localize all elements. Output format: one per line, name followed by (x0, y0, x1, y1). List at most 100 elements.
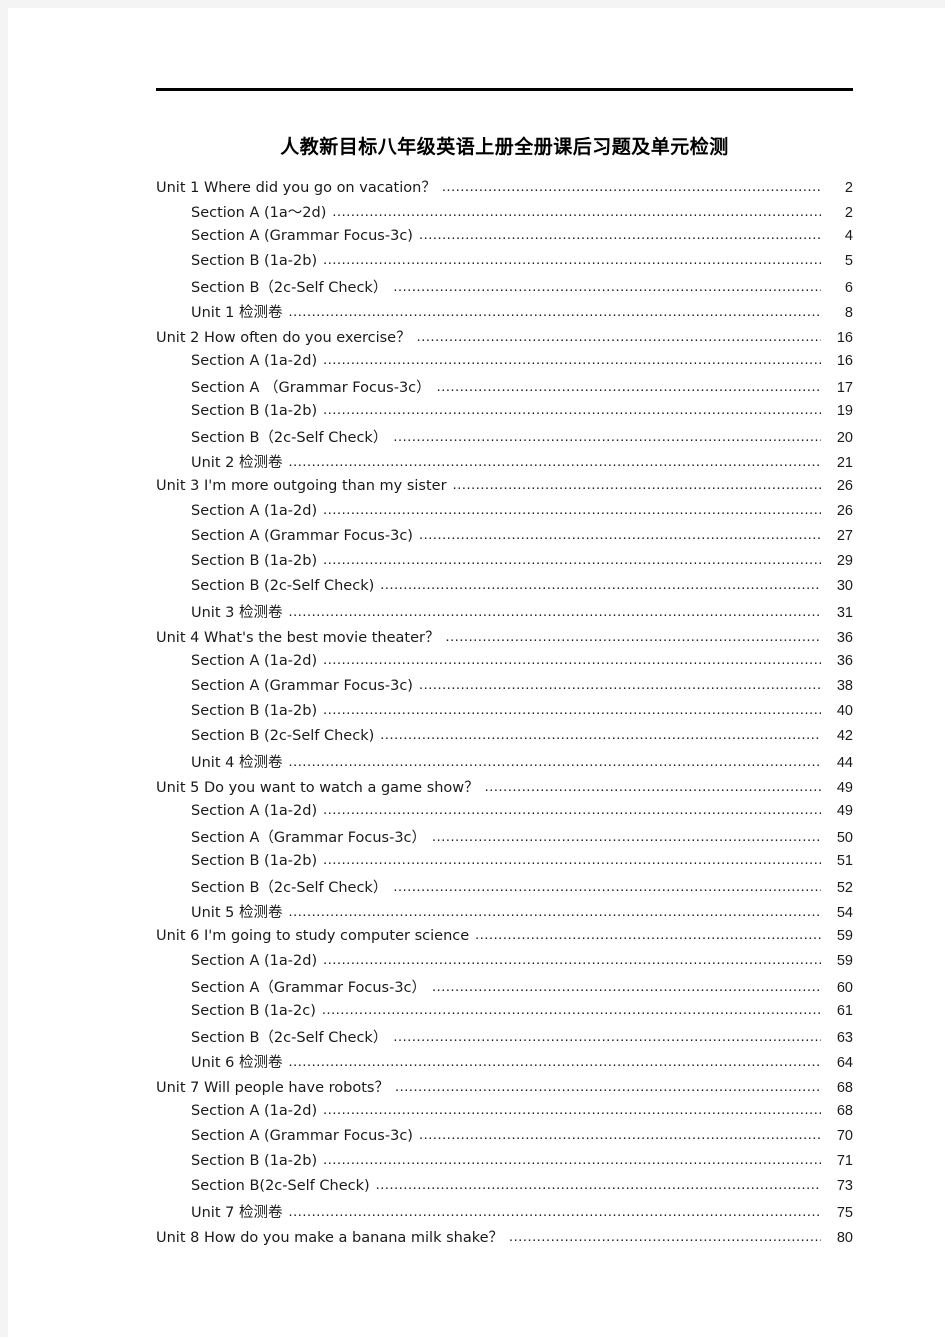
toc-entry[interactable]: Section B (1a-2b) 40 (156, 701, 853, 726)
dot-leader (419, 676, 821, 690)
toc-entry[interactable]: Section B (2c-Self Check) 42 (156, 726, 853, 751)
toc-entry[interactable]: Unit 1 Where did you go on vacation？ 2 (156, 176, 853, 201)
toc-entry-page-number: 50 (836, 830, 853, 846)
toc-entry[interactable]: Section A（Grammar Focus-3c） 60 (156, 976, 853, 1001)
dot-leader (445, 628, 821, 642)
toc-entry-label: Section B (2c-Self Check) (191, 728, 375, 744)
toc-entry[interactable]: Unit 7 检测卷 75 (156, 1201, 853, 1226)
toc-entry[interactable]: Unit 4 What's the best movie theater？ 36 (156, 626, 853, 651)
toc-entry[interactable]: Unit 5 检测卷 54 (156, 901, 853, 926)
toc-entry-page-number: 2 (844, 205, 853, 221)
toc-entry[interactable]: Section A (1a-2d) 49 (156, 801, 853, 826)
toc-entry[interactable]: Section B（2c-Self Check） 6 (156, 276, 853, 301)
dot-leader (323, 851, 821, 865)
toc-entry[interactable]: Unit 6 检测卷 64 (156, 1051, 853, 1076)
toc-entry[interactable]: Unit 5 Do you want to watch a game show？… (156, 776, 853, 801)
toc-entry-label: Section B (1a-2b) (191, 703, 318, 719)
dot-leader (485, 778, 821, 792)
toc-entry[interactable]: Section A (Grammar Focus-3c) 38 (156, 676, 853, 701)
toc-entry[interactable]: Section A (1a-2d) 59 (156, 951, 853, 976)
toc-entry[interactable]: Unit 1 检测卷 8 (156, 301, 853, 326)
toc-entry-label: Unit 8 How do you make a banana milk sha… (156, 1230, 504, 1246)
toc-entry-label: Unit 5 Do you want to watch a game show？ (156, 780, 479, 796)
toc-entry[interactable]: Unit 3 检测卷 31 (156, 601, 853, 626)
toc-entry[interactable]: Section B(2c-Self Check) 73 (156, 1176, 853, 1201)
toc-entry-page-number: 75 (836, 1205, 853, 1221)
toc-entry[interactable]: Section B (2c-Self Check) 30 (156, 576, 853, 601)
toc-entry-label: Unit 4 检测卷 (191, 755, 283, 771)
dot-leader (323, 501, 821, 515)
dot-leader (419, 226, 821, 240)
toc-entry[interactable]: Unit 6 I'm going to study computer scien… (156, 926, 853, 951)
dot-leader (323, 401, 821, 415)
header-rule (156, 88, 853, 91)
dot-leader (288, 1203, 821, 1217)
dot-leader (323, 701, 821, 715)
toc-entry[interactable]: Section A (Grammar Focus-3c) 70 (156, 1126, 853, 1151)
toc-entry[interactable]: Unit 3 I'm more outgoing than my sister 2… (156, 476, 853, 501)
dot-leader (393, 428, 821, 442)
toc-entry[interactable]: Unit 2 How often do you exercise？ 16 (156, 326, 853, 351)
toc-entry[interactable]: Section A (1a～2d) 2 (156, 201, 853, 226)
toc-entry[interactable]: Section A（Grammar Focus-3c） 50 (156, 826, 853, 851)
toc-entry-label: Unit 2 检测卷 (191, 455, 283, 471)
dot-leader (323, 551, 821, 565)
toc-entry-label: Section B (1a-2b) (191, 553, 318, 569)
toc-entry-page-number: 59 (836, 953, 853, 969)
toc-entry-page-number: 54 (836, 905, 853, 921)
toc-entry-label: Section A (1a-2d) (191, 353, 318, 369)
toc-entry-page-number: 19 (836, 403, 853, 419)
toc-entry-label: Unit 7 检测卷 (191, 1205, 283, 1221)
toc-entry[interactable]: Section B (1a-2b) 29 (156, 551, 853, 576)
toc-entry-label: Section B（2c-Self Check） (191, 1030, 388, 1046)
toc-entry-label: Section B (2c-Self Check) (191, 578, 375, 594)
toc-entry-label: Section A (Grammar Focus-3c) (191, 678, 413, 694)
dot-leader (332, 203, 821, 217)
toc-entry-page-number: 5 (844, 253, 853, 269)
toc-entry[interactable]: Section B (1a-2b) 19 (156, 401, 853, 426)
toc-entry-label: Section A (Grammar Focus-3c) (191, 1128, 413, 1144)
toc-entry-label: Section B(2c-Self Check) (191, 1178, 370, 1194)
toc-entry-page-number: 36 (836, 653, 853, 669)
toc-entry-label: Section A (Grammar Focus-3c) (191, 228, 413, 244)
toc-entry[interactable]: Section B（2c-Self Check） 20 (156, 426, 853, 451)
toc-entry[interactable]: Unit 4 检测卷 44 (156, 751, 853, 776)
toc-entry[interactable]: Section A (Grammar Focus-3c) 4 (156, 226, 853, 251)
dot-leader (380, 726, 821, 740)
toc-entry-label: Section B（2c-Self Check） (191, 280, 388, 296)
toc-entry-label: Section A (1a-2d) (191, 1103, 318, 1119)
toc-entry-label: Section A (Grammar Focus-3c) (191, 528, 413, 544)
toc-entry[interactable]: Section B (1a-2b) 71 (156, 1151, 853, 1176)
toc-entry-label: Section B (1a-2b) (191, 853, 318, 869)
toc-entry[interactable]: Section A (1a-2d) 26 (156, 501, 853, 526)
toc-entry-label: Unit 3 I'm more outgoing than my sister (156, 478, 447, 494)
table-of-contents: Unit 1 Where did you go on vacation？2Sec… (156, 176, 853, 1251)
toc-entry-page-number: 26 (836, 478, 853, 494)
toc-entry-page-number: 80 (836, 1230, 853, 1246)
toc-entry[interactable]: Section B（2c-Self Check） 52 (156, 876, 853, 901)
toc-entry-page-number: 16 (836, 330, 853, 346)
toc-entry-page-number: 73 (836, 1178, 853, 1194)
dot-leader (509, 1228, 821, 1242)
toc-entry-label: Unit 5 检测卷 (191, 905, 283, 921)
toc-entry-label: Section B (1a-2b) (191, 253, 318, 269)
toc-entry[interactable]: Section B (1a-2b) 51 (156, 851, 853, 876)
dot-leader (323, 1101, 821, 1115)
toc-entry[interactable]: Unit 2 检测卷 21 (156, 451, 853, 476)
toc-entry[interactable]: Section A (1a-2d) 68 (156, 1101, 853, 1126)
toc-entry[interactable]: Section A (1a-2d) 36 (156, 651, 853, 676)
toc-entry[interactable]: Section B（2c-Self Check） 63 (156, 1026, 853, 1051)
toc-entry[interactable]: Unit 8 How do you make a banana milk sha… (156, 1226, 853, 1251)
toc-entry-page-number: 38 (836, 678, 853, 694)
toc-entry-page-number: 70 (836, 1128, 853, 1144)
dot-leader (393, 278, 821, 292)
toc-entry-page-number: 71 (836, 1153, 853, 1169)
toc-entry[interactable]: Section B (1a-2c) 61 (156, 1001, 853, 1026)
toc-entry-page-number: 51 (836, 853, 853, 869)
toc-entry[interactable]: Section B (1a-2b) 5 (156, 251, 853, 276)
toc-entry[interactable]: Section A (Grammar Focus-3c) 27 (156, 526, 853, 551)
dot-leader (419, 1126, 821, 1140)
toc-entry[interactable]: Section A （Grammar Focus-3c） 17 (156, 376, 853, 401)
toc-entry[interactable]: Unit 7 Will people have robots？ 68 (156, 1076, 853, 1101)
toc-entry[interactable]: Section A (1a-2d) 16 (156, 351, 853, 376)
